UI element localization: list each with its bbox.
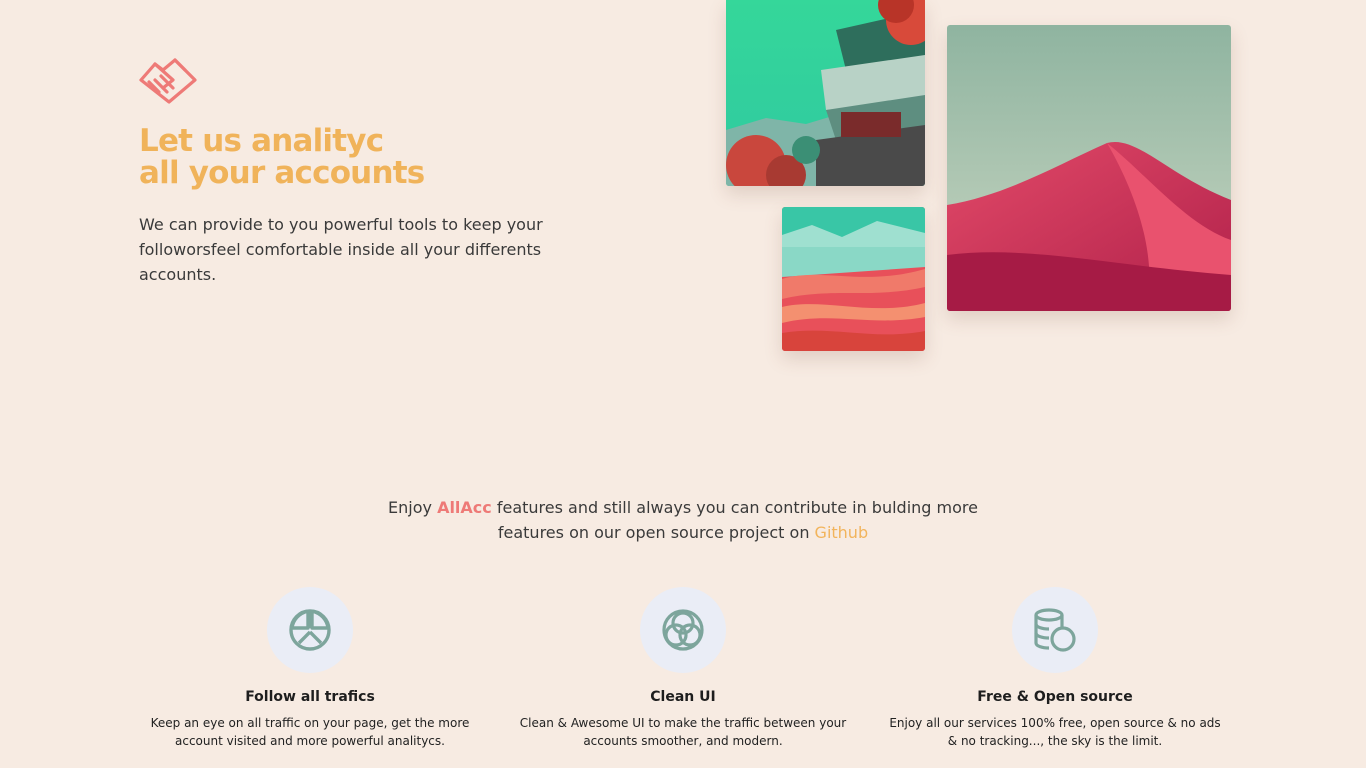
feature-text: Enjoy all our services 100% free, open s…: [889, 716, 1221, 748]
intro-text: Enjoy AllAcc features and still always y…: [383, 495, 983, 545]
feature-card-traffic: Follow all trafics Keep an eye on all tr…: [130, 587, 490, 750]
hero-title-line-2: all your accounts: [139, 155, 425, 191]
intro-before: Enjoy: [388, 498, 438, 517]
venn-circles-icon: [662, 609, 704, 651]
feature-title: Follow all trafics: [245, 689, 375, 705]
hero-title: Let us analityc all your accounts: [139, 125, 659, 189]
brand-name: AllAcc: [437, 498, 492, 517]
pie-chart-icon: [289, 609, 331, 651]
salt-flat-photo: [782, 207, 925, 351]
feature-icon-circle: [640, 587, 726, 673]
intro-middle: features and still always you can contri…: [491, 498, 978, 542]
feature-text: Keep an eye on all traffic on your page,…: [150, 716, 470, 748]
coins-icon: [1034, 608, 1076, 652]
feature-text: Clean & Awesome UI to make the traffic b…: [519, 716, 847, 748]
feature-title: Free & Open source: [977, 689, 1133, 705]
hero-section: Let us analityc all your accounts We can…: [139, 58, 659, 287]
handshake-icon: [139, 58, 197, 104]
feature-icon-circle: [1012, 587, 1098, 673]
feature-icon-circle: [267, 587, 353, 673]
github-link[interactable]: Github: [815, 523, 869, 542]
desert-dune-photo: [947, 25, 1231, 311]
hero-title-line-1: Let us analityc: [139, 123, 384, 159]
feature-title: Clean UI: [650, 689, 716, 705]
feature-card-clean-ui: Clean UI Clean & Awesome UI to make the …: [503, 587, 863, 750]
hero-description: We can provide to you powerful tools to …: [139, 215, 543, 284]
temple-photo: [726, 0, 925, 186]
feature-card-open-source: Free & Open source Enjoy all our service…: [875, 587, 1235, 750]
